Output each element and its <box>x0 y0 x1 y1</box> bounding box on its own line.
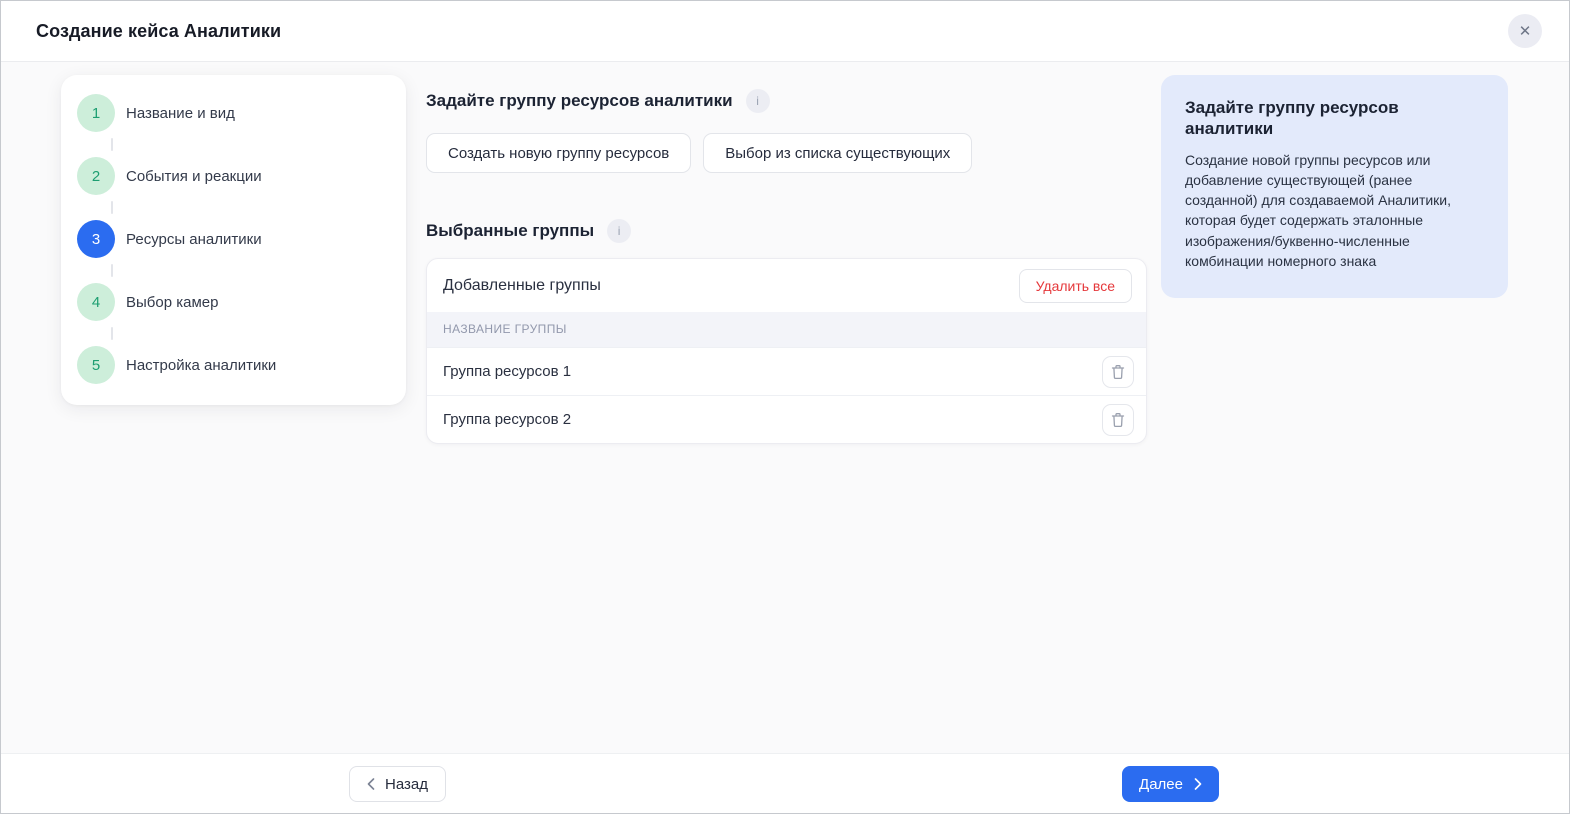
column-header-group-name: НАЗВАНИЕ ГРУППЫ <box>427 312 1146 347</box>
help-panel-title: Задайте группу ресурсов аналитики <box>1185 97 1484 140</box>
table-header-row: Добавленные группы Удалить все <box>427 259 1146 312</box>
stepper-step-name-and-type[interactable]: 1 Название и вид <box>77 94 390 132</box>
stepper-step-analytics-resources[interactable]: 3 Ресурсы аналитики <box>77 220 390 258</box>
table-row: Группа ресурсов 2 <box>427 395 1146 443</box>
stepper: 1 Название и вид 2 События и реакции 3 Р… <box>61 75 406 405</box>
help-panel-text: Создание новой группы ресурсов или добав… <box>1185 150 1484 272</box>
step-number-badge: 1 <box>77 94 115 132</box>
step-label: Настройка аналитики <box>126 357 276 374</box>
delete-row-button[interactable] <box>1102 356 1134 388</box>
modal-footer: Назад Далее <box>1 753 1569 813</box>
create-analytics-case-modal: Создание кейса Аналитики ✕ 1 Название и … <box>0 0 1570 814</box>
added-groups-table: Добавленные группы Удалить все НАЗВАНИЕ … <box>426 258 1147 444</box>
step-number-badge: 4 <box>77 283 115 321</box>
select-existing-group-button[interactable]: Выбор из списка существующих <box>703 133 972 173</box>
close-icon: ✕ <box>1519 24 1532 39</box>
trash-icon <box>1111 364 1125 380</box>
delete-all-button[interactable]: Удалить все <box>1019 269 1132 303</box>
stepper-step-analytics-settings[interactable]: 5 Настройка аналитики <box>77 346 390 384</box>
next-button-label: Далее <box>1139 776 1183 793</box>
main-content: Задайте группу ресурсов аналитики i Созд… <box>426 75 1147 444</box>
section-title: Выбранные группы <box>426 221 594 241</box>
modal-body: 1 Название и вид 2 События и реакции 3 Р… <box>1 62 1569 753</box>
table-title: Добавленные группы <box>443 277 601 295</box>
trash-icon <box>1111 412 1125 428</box>
next-button[interactable]: Далее <box>1122 766 1219 802</box>
stepper-step-camera-selection[interactable]: 4 Выбор камер <box>77 283 390 321</box>
create-new-group-button[interactable]: Создать новую группу ресурсов <box>426 133 691 173</box>
help-panel: Задайте группу ресурсов аналитики Создан… <box>1161 75 1508 298</box>
delete-row-button[interactable] <box>1102 404 1134 436</box>
step-label: Ресурсы аналитики <box>126 231 262 248</box>
chevron-left-icon <box>367 778 375 790</box>
step-number-badge: 3 <box>77 220 115 258</box>
stepper-step-events-and-reactions[interactable]: 2 События и реакции <box>77 157 390 195</box>
step-label: Выбор камер <box>126 294 218 311</box>
close-button[interactable]: ✕ <box>1508 14 1542 48</box>
step-connector <box>111 201 113 214</box>
step-connector <box>111 264 113 277</box>
info-icon[interactable]: i <box>746 89 770 113</box>
back-button[interactable]: Назад <box>349 766 446 802</box>
selected-groups-section-heading: Выбранные группы i <box>426 219 1147 243</box>
resource-group-section-heading: Задайте группу ресурсов аналитики i <box>426 89 1147 113</box>
step-connector <box>111 138 113 151</box>
step-label: Название и вид <box>126 105 235 122</box>
step-number-badge: 5 <box>77 346 115 384</box>
group-name: Группа ресурсов 1 <box>443 363 571 380</box>
step-label: События и реакции <box>126 168 262 185</box>
modal-header: Создание кейса Аналитики ✕ <box>1 1 1569 62</box>
info-icon[interactable]: i <box>607 219 631 243</box>
resource-group-actions: Создать новую группу ресурсов Выбор из с… <box>426 133 1147 173</box>
step-connector <box>111 327 113 340</box>
table-row: Группа ресурсов 1 <box>427 347 1146 395</box>
back-button-label: Назад <box>385 776 428 793</box>
group-name: Группа ресурсов 2 <box>443 411 571 428</box>
section-title: Задайте группу ресурсов аналитики <box>426 91 733 111</box>
chevron-right-icon <box>1194 778 1202 790</box>
step-number-badge: 2 <box>77 157 115 195</box>
page-title: Создание кейса Аналитики <box>36 21 281 42</box>
